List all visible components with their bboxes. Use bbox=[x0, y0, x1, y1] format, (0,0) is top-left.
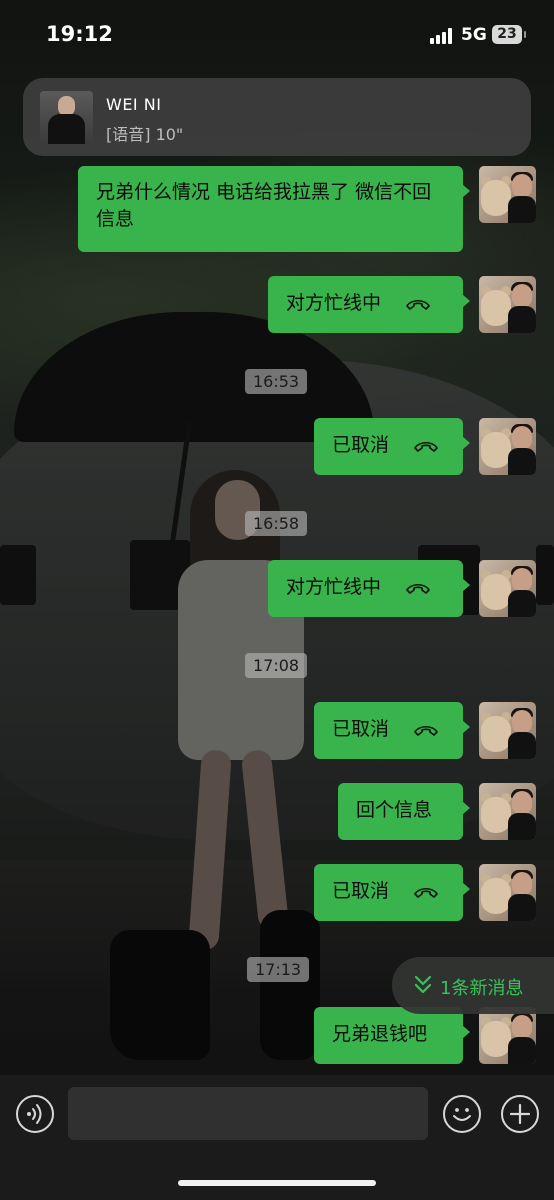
message-row: 对方忙线中 bbox=[268, 276, 470, 333]
call-record-bubble[interactable]: 对方忙线中 bbox=[268, 276, 470, 333]
message-bubble[interactable]: 兄弟退钱吧 bbox=[314, 1007, 470, 1064]
message-text: 兄弟什么情况 电话给我拉黑了 微信不回信息 bbox=[96, 181, 432, 230]
signal-icon bbox=[430, 28, 456, 44]
home-indicator[interactable] bbox=[178, 1180, 376, 1186]
my-avatar[interactable] bbox=[479, 864, 536, 921]
message-text: 回个信息 bbox=[356, 799, 433, 821]
message-text: 兄弟退钱吧 bbox=[332, 1023, 428, 1045]
contact-avatar bbox=[40, 91, 93, 144]
my-avatar[interactable] bbox=[479, 418, 536, 475]
message-row: 已取消 bbox=[314, 864, 470, 921]
message-input[interactable] bbox=[68, 1087, 428, 1140]
my-avatar[interactable] bbox=[479, 276, 536, 333]
emoji-button[interactable] bbox=[443, 1095, 481, 1133]
message-row: 兄弟退钱吧 bbox=[314, 1007, 470, 1064]
message-text: 对方忙线中 bbox=[286, 576, 382, 598]
status-bar: 19:12 5G 23 bbox=[0, 0, 554, 70]
timestamp: 17:08 bbox=[245, 653, 308, 678]
call-record-bubble[interactable]: 已取消 bbox=[314, 864, 470, 921]
call-record-bubble[interactable]: 已取消 bbox=[314, 702, 470, 759]
my-avatar[interactable] bbox=[479, 560, 536, 617]
more-actions-button[interactable] bbox=[501, 1095, 539, 1133]
message-row: 兄弟什么情况 电话给我拉黑了 微信不回信息 bbox=[78, 166, 470, 252]
hangup-icon bbox=[406, 299, 430, 310]
network-type: 5G bbox=[461, 25, 487, 45]
message-text: 已取消 bbox=[332, 880, 390, 902]
notification-sender: WEI NI bbox=[106, 95, 162, 114]
timestamp: 16:53 bbox=[245, 369, 308, 394]
timestamp: 17:13 bbox=[247, 957, 310, 982]
message-bubble[interactable]: 回个信息 bbox=[338, 783, 470, 840]
voice-input-button[interactable] bbox=[16, 1095, 54, 1133]
status-time: 19:12 bbox=[46, 22, 113, 46]
new-messages-label: 1条新消息 bbox=[440, 978, 524, 999]
message-notification-banner[interactable]: WEI NI [语音] 10" bbox=[23, 78, 531, 156]
double-chevron-down-icon bbox=[414, 975, 432, 994]
my-avatar[interactable] bbox=[479, 166, 536, 223]
battery-icon: 23 bbox=[492, 25, 526, 44]
call-record-bubble[interactable]: 已取消 bbox=[314, 418, 470, 475]
timestamp: 16:58 bbox=[245, 511, 308, 536]
hangup-icon bbox=[414, 725, 438, 736]
message-row: 已取消 bbox=[314, 418, 470, 475]
voice-icon bbox=[27, 1104, 42, 1124]
call-record-bubble[interactable]: 对方忙线中 bbox=[268, 560, 470, 617]
plus-icon bbox=[509, 1103, 531, 1125]
new-messages-button[interactable]: 1条新消息 bbox=[392, 957, 554, 1014]
my-avatar[interactable] bbox=[479, 1007, 536, 1064]
message-text: 已取消 bbox=[332, 718, 390, 740]
notification-preview: [语音] 10" bbox=[106, 125, 184, 144]
message-row: 回个信息 bbox=[338, 783, 470, 840]
message-text: 已取消 bbox=[332, 434, 390, 456]
my-avatar[interactable] bbox=[479, 783, 536, 840]
message-bubble[interactable]: 兄弟什么情况 电话给我拉黑了 微信不回信息 bbox=[78, 166, 470, 252]
smiley-icon bbox=[453, 1108, 471, 1121]
hangup-icon bbox=[414, 887, 438, 898]
hangup-icon bbox=[406, 583, 430, 594]
hangup-icon bbox=[414, 441, 438, 452]
message-row: 已取消 bbox=[314, 702, 470, 759]
message-row: 对方忙线中 bbox=[268, 560, 470, 617]
message-text: 对方忙线中 bbox=[286, 292, 382, 314]
my-avatar[interactable] bbox=[479, 702, 536, 759]
